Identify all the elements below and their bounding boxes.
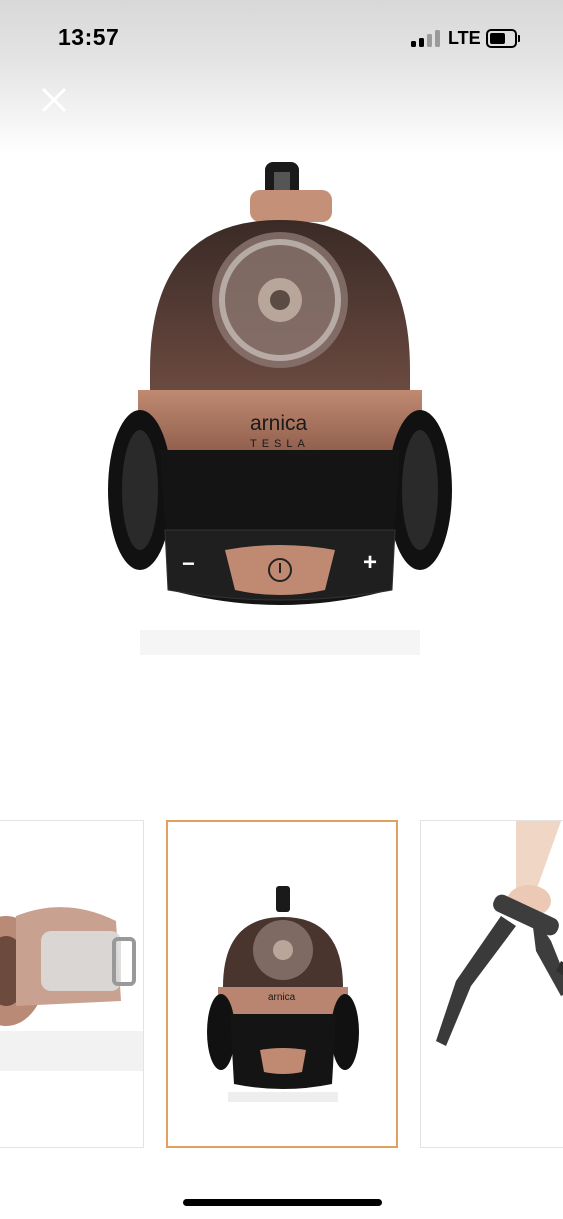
submodel-logo: PREMIUM: [290, 452, 319, 458]
status-bar: 13:57 LTE: [0, 0, 563, 155]
minus-button: −: [182, 551, 195, 576]
thumbnail-hose-handle[interactable]: [420, 820, 563, 1148]
home-indicator[interactable]: [183, 1199, 382, 1206]
model-logo: TESLA: [250, 438, 310, 450]
network-label: LTE: [448, 28, 481, 48]
signal-icon: [411, 30, 441, 47]
main-product-image: arnica TESLA PREMIUM − +: [100, 150, 460, 670]
brand-logo: arnica: [250, 412, 308, 435]
status-time: 13:57: [58, 24, 120, 50]
thumbnail-strip: arnica: [0, 820, 563, 1150]
close-button[interactable]: [36, 82, 72, 118]
thumbnail-side-view[interactable]: [0, 820, 144, 1148]
product-image-viewer: 13:57 LTE arnica TESLA PREMIUM − + arnic…: [0, 0, 563, 1219]
thumb-brand-logo: arnica: [268, 992, 296, 1003]
battery-icon: [486, 29, 520, 48]
plus-button: +: [363, 549, 378, 576]
close-icon: [42, 88, 66, 112]
thumbnail-front-view[interactable]: arnica: [166, 820, 398, 1148]
